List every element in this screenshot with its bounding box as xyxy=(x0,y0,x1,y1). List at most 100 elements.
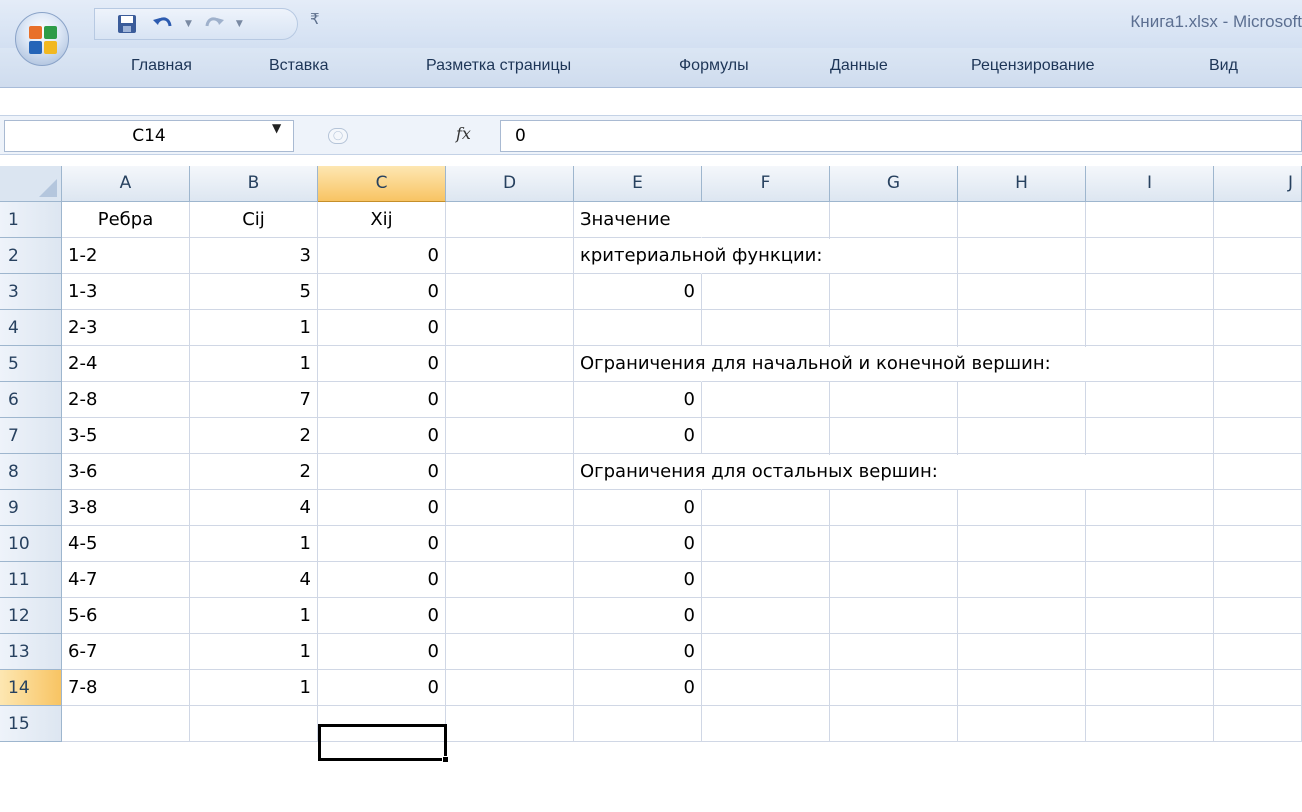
tab-formulas[interactable]: Формулы xyxy=(679,57,749,75)
cell-f3[interactable] xyxy=(702,274,830,310)
chevron-down-icon[interactable]: ▼ xyxy=(272,121,281,135)
column-header-j[interactable]: J xyxy=(1214,166,1302,202)
cell-h7[interactable] xyxy=(958,418,1086,454)
cell-a2[interactable]: 1-2 xyxy=(62,238,190,274)
cell-d3[interactable] xyxy=(446,274,574,310)
cell-i1[interactable] xyxy=(1086,202,1214,238)
cell-h12[interactable] xyxy=(958,598,1086,634)
row-header-12[interactable]: 12 xyxy=(0,598,62,634)
cell-j7[interactable] xyxy=(1214,418,1302,454)
cell-i10[interactable] xyxy=(1086,526,1214,562)
undo-dropdown-icon[interactable]: ▼ xyxy=(185,19,192,29)
column-header-h[interactable]: H xyxy=(958,166,1086,202)
cell-c8[interactable]: 0 xyxy=(318,454,446,490)
cell-c11[interactable]: 0 xyxy=(318,562,446,598)
cell-i11[interactable] xyxy=(1086,562,1214,598)
cell-i4[interactable] xyxy=(1086,310,1214,346)
cell-a4[interactable]: 2-3 xyxy=(62,310,190,346)
cell-g9[interactable] xyxy=(830,490,958,526)
column-header-b[interactable]: B xyxy=(190,166,318,202)
cell-d7[interactable] xyxy=(446,418,574,454)
cell-b12[interactable]: 1 xyxy=(190,598,318,634)
column-header-e[interactable]: E xyxy=(574,166,702,202)
cell-h4[interactable] xyxy=(958,310,1086,346)
cell-a1[interactable]: Ребра xyxy=(62,202,190,238)
row-header-10[interactable]: 10 xyxy=(0,526,62,562)
cell-b3[interactable]: 5 xyxy=(190,274,318,310)
row-header-2[interactable]: 2 xyxy=(0,238,62,274)
cell-c14[interactable]: 0 xyxy=(318,670,446,706)
row-header-15[interactable]: 15 xyxy=(0,706,62,742)
cell-d15[interactable] xyxy=(446,706,574,742)
cell-c3[interactable]: 0 xyxy=(318,274,446,310)
cell-h2[interactable] xyxy=(958,238,1086,274)
cell-a8[interactable]: 3-6 xyxy=(62,454,190,490)
cell-g14[interactable] xyxy=(830,670,958,706)
cell-h9[interactable] xyxy=(958,490,1086,526)
row-header-7[interactable]: 7 xyxy=(0,418,62,454)
row-header-3[interactable]: 3 xyxy=(0,274,62,310)
cell-e2[interactable]: критериальной функции: xyxy=(574,238,822,274)
insert-function-icon[interactable]: fx xyxy=(456,124,471,143)
tab-home[interactable]: Главная xyxy=(131,57,192,75)
row-header-14[interactable]: 14 xyxy=(0,670,62,706)
cell-d9[interactable] xyxy=(446,490,574,526)
undo-icon[interactable] xyxy=(149,12,177,36)
cell-e11[interactable]: 0 xyxy=(574,562,702,598)
cell-d10[interactable] xyxy=(446,526,574,562)
cell-f13[interactable] xyxy=(702,634,830,670)
cell-d12[interactable] xyxy=(446,598,574,634)
row-header-6[interactable]: 6 xyxy=(0,382,62,418)
cell-a13[interactable]: 6-7 xyxy=(62,634,190,670)
tab-data[interactable]: Данные xyxy=(830,57,888,75)
cell-j12[interactable] xyxy=(1214,598,1302,634)
row-header-13[interactable]: 13 xyxy=(0,634,62,670)
cell-h6[interactable] xyxy=(958,382,1086,418)
row-header-9[interactable]: 9 xyxy=(0,490,62,526)
column-header-f[interactable]: F xyxy=(702,166,830,202)
cell-d2[interactable] xyxy=(446,238,574,274)
cell-j10[interactable] xyxy=(1214,526,1302,562)
cell-j5[interactable] xyxy=(1214,346,1302,382)
cell-g13[interactable] xyxy=(830,634,958,670)
cell-j8[interactable] xyxy=(1214,454,1302,490)
cell-a6[interactable]: 2-8 xyxy=(62,382,190,418)
cell-g11[interactable] xyxy=(830,562,958,598)
fill-handle[interactable] xyxy=(442,756,449,763)
cell-f14[interactable] xyxy=(702,670,830,706)
cell-e13[interactable]: 0 xyxy=(574,634,702,670)
cell-j9[interactable] xyxy=(1214,490,1302,526)
cell-h10[interactable] xyxy=(958,526,1086,562)
cell-c5[interactable]: 0 xyxy=(318,346,446,382)
cancel-icon[interactable]: ◯ xyxy=(328,128,348,144)
cell-d6[interactable] xyxy=(446,382,574,418)
cell-i6[interactable] xyxy=(1086,382,1214,418)
cell-c15[interactable] xyxy=(318,706,446,742)
save-icon[interactable] xyxy=(113,12,141,36)
cell-h14[interactable] xyxy=(958,670,1086,706)
cell-d4[interactable] xyxy=(446,310,574,346)
cell-c4[interactable]: 0 xyxy=(318,310,446,346)
cell-d13[interactable] xyxy=(446,634,574,670)
cell-c10[interactable]: 0 xyxy=(318,526,446,562)
cell-b14[interactable]: 1 xyxy=(190,670,318,706)
cell-e14[interactable]: 0 xyxy=(574,670,702,706)
cell-d8[interactable] xyxy=(446,454,574,490)
redo-icon[interactable] xyxy=(200,12,228,36)
cell-f11[interactable] xyxy=(702,562,830,598)
redo-dropdown-icon[interactable]: ▼ xyxy=(236,19,243,29)
name-box[interactable]: C14 xyxy=(4,120,294,152)
cell-b1[interactable]: Cij xyxy=(190,202,318,238)
cell-j11[interactable] xyxy=(1214,562,1302,598)
office-button[interactable] xyxy=(15,12,69,66)
cell-j6[interactable] xyxy=(1214,382,1302,418)
tab-review[interactable]: Рецензирование xyxy=(971,57,1095,75)
column-header-a[interactable]: A xyxy=(62,166,190,202)
column-header-i[interactable]: I xyxy=(1086,166,1214,202)
cell-j14[interactable] xyxy=(1214,670,1302,706)
cell-d14[interactable] xyxy=(446,670,574,706)
cell-e3[interactable]: 0 xyxy=(574,274,702,310)
cell-g15[interactable] xyxy=(830,706,958,742)
cell-j3[interactable] xyxy=(1214,274,1302,310)
cell-i7[interactable] xyxy=(1086,418,1214,454)
